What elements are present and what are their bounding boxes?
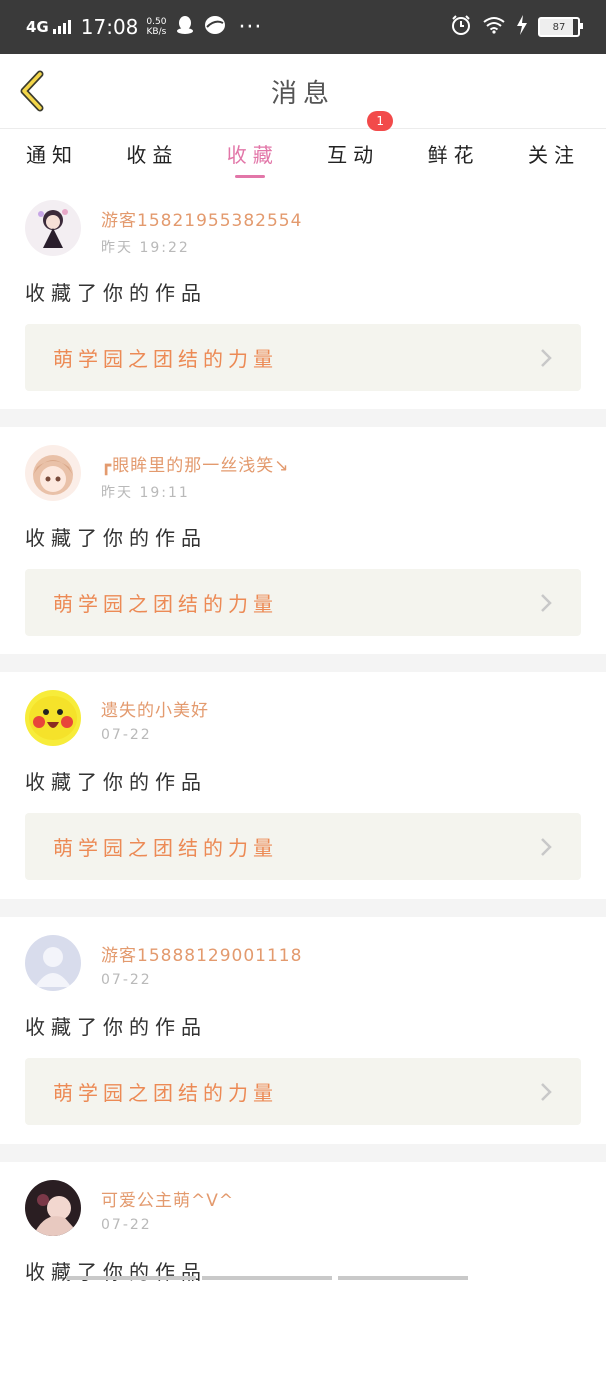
work-link[interactable]: 萌学园之团结的力量 bbox=[25, 1058, 581, 1125]
work-title: 萌学园之团结的力量 bbox=[53, 347, 278, 371]
user-name[interactable]: 可爱公主萌^V^ bbox=[101, 1186, 234, 1211]
wifi-icon bbox=[482, 16, 506, 38]
work-link[interactable]: 萌学园之团结的力量 bbox=[25, 569, 581, 636]
net-speed: 0.50 KB/s bbox=[146, 17, 166, 37]
action-text: 收藏了你的作品 bbox=[25, 526, 207, 550]
chevron-right-icon bbox=[541, 593, 552, 612]
top-bar: 消息 bbox=[0, 54, 606, 129]
network-label: 4G bbox=[26, 18, 49, 36]
work-title: 萌学园之团结的力量 bbox=[53, 1081, 278, 1105]
timestamp: 昨天 19:11 bbox=[101, 485, 190, 501]
unread-badge: 1 bbox=[367, 110, 394, 131]
avatar[interactable] bbox=[25, 200, 81, 256]
chevron-left-icon bbox=[20, 70, 44, 112]
tab-following[interactable]: 关注 bbox=[528, 139, 580, 168]
tab-flowers[interactable]: 鲜花 bbox=[428, 139, 480, 168]
qq-icon bbox=[176, 15, 194, 40]
more-notifications-icon: ··· bbox=[238, 14, 263, 40]
action-text: 收藏了你的作品 bbox=[25, 281, 207, 305]
work-title: 萌学园之团结的力量 bbox=[53, 592, 278, 616]
user-name[interactable]: 游客15821955382554 bbox=[101, 206, 302, 231]
page-title: 消息 bbox=[270, 78, 335, 109]
tab-favorites[interactable]: 收藏 bbox=[227, 139, 279, 178]
signal-icon bbox=[52, 20, 71, 34]
action-text: 收藏了你的作品 bbox=[25, 770, 207, 794]
alarm-icon bbox=[450, 14, 472, 40]
user-name[interactable]: ┏眼眸里的那一丝浅笑↘ bbox=[101, 451, 289, 476]
notification-feed: 游客15821955382554 昨天 19:22 收藏了你的作品 萌学园之团结… bbox=[0, 182, 606, 1389]
list-item: ┏眼眸里的那一丝浅笑↘ 昨天 19:11 收藏了你的作品 萌学园之团结的力量 bbox=[0, 427, 606, 654]
work-title: 萌学园之团结的力量 bbox=[53, 836, 278, 860]
status-bar: 4G 17:08 0.50 KB/s ··· 87 bbox=[0, 0, 606, 54]
timestamp: 07-22 bbox=[101, 972, 152, 988]
net-speed-unit: KB/s bbox=[146, 27, 167, 37]
timestamp: 07-22 bbox=[101, 1217, 152, 1233]
charging-icon bbox=[516, 15, 528, 39]
list-item: 游客15888129001118 07-22 收藏了你的作品 萌学园之团结的力量 bbox=[0, 917, 606, 1144]
user-name[interactable]: 游客15888129001118 bbox=[101, 941, 302, 966]
avatar[interactable] bbox=[25, 1180, 81, 1236]
divider bbox=[0, 654, 606, 672]
action-text: 收藏了你的作品 bbox=[25, 1260, 207, 1284]
tab-earnings[interactable]: 收益 bbox=[126, 139, 178, 168]
divider bbox=[0, 899, 606, 917]
tab-interaction-label: 互动 bbox=[327, 142, 380, 167]
action-text: 收藏了你的作品 bbox=[25, 1015, 207, 1039]
divider bbox=[0, 409, 606, 427]
tab-bar: 通知 收益 收藏 互动 1 鲜花 关注 bbox=[0, 110, 606, 178]
net-speed-value: 0.50 bbox=[146, 17, 167, 27]
message-app-icon bbox=[204, 15, 226, 40]
battery-icon: 87 bbox=[538, 17, 583, 37]
bottom-indicator bbox=[66, 1276, 468, 1280]
list-item: 遗失的小美好 07-22 收藏了你的作品 萌学园之团结的力量 bbox=[0, 672, 606, 899]
list-item: 游客15821955382554 昨天 19:22 收藏了你的作品 萌学园之团结… bbox=[0, 182, 606, 409]
work-link[interactable]: 萌学园之团结的力量 bbox=[25, 813, 581, 880]
tab-notice[interactable]: 通知 bbox=[26, 139, 78, 168]
avatar[interactable] bbox=[25, 935, 81, 991]
chevron-right-icon bbox=[541, 348, 552, 367]
status-time: 17:08 bbox=[80, 15, 139, 39]
timestamp: 07-22 bbox=[101, 727, 152, 743]
avatar[interactable] bbox=[25, 445, 81, 501]
work-link[interactable]: 萌学园之团结的力量 bbox=[25, 324, 581, 391]
timestamp: 昨天 19:22 bbox=[101, 240, 190, 256]
back-button[interactable] bbox=[16, 70, 52, 112]
user-name[interactable]: 遗失的小美好 bbox=[101, 696, 209, 721]
avatar[interactable] bbox=[25, 690, 81, 746]
chevron-right-icon bbox=[541, 1082, 552, 1101]
chevron-right-icon bbox=[541, 837, 552, 856]
tab-interaction[interactable]: 互动 1 bbox=[327, 110, 394, 168]
divider bbox=[0, 1144, 606, 1162]
